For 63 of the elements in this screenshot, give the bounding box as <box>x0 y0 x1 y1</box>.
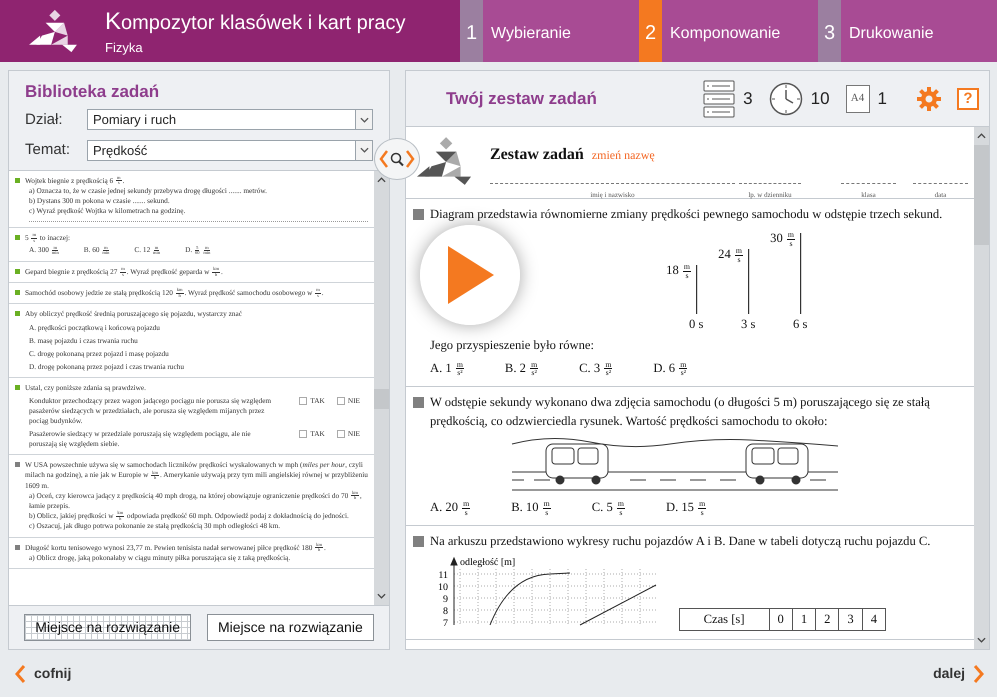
app-title: Kompozytor klasówek i kart pracy <box>105 9 406 36</box>
tick-label: 8 <box>443 606 448 618</box>
scrollbar[interactable] <box>374 170 389 605</box>
caret-icon <box>360 116 368 123</box>
stat-value: 3 <box>743 88 753 110</box>
chevron-left-icon <box>14 664 26 684</box>
axis-label: 0 s <box>689 318 704 330</box>
field-label: Temat: <box>25 140 72 160</box>
table-header-cell: Czas [s] <box>679 608 770 631</box>
table-header-cell: 2 <box>816 608 839 631</box>
scrollbar-thumb[interactable] <box>374 388 389 408</box>
checkbox[interactable] <box>336 397 345 406</box>
task-text: Diagram przedstawia równomierne zmiany prędkości pewnego samochodu w odstępie trzech sekund. <box>430 206 944 223</box>
table-header-cell: 4 <box>862 608 886 631</box>
scrollbar[interactable] <box>974 127 989 649</box>
table-header-cell: 0 <box>769 608 792 631</box>
settings-icon[interactable] <box>917 86 941 110</box>
table-header-cell: 3 <box>838 608 862 631</box>
subject-label: Fizyka <box>105 39 144 58</box>
panel-title: Twój zestaw zadań <box>446 88 597 110</box>
solution-space-button[interactable]: Miejsce na rozwiązanie <box>207 614 374 641</box>
task-list-icon <box>703 80 736 118</box>
clock-icon <box>768 82 803 116</box>
running-figure-logo <box>26 8 78 54</box>
tick-label: 9 <box>443 594 448 606</box>
scrollbar-thumb[interactable] <box>974 145 989 245</box>
chevron-right-icon <box>973 664 985 684</box>
scroll-up-icon[interactable] <box>377 176 386 182</box>
step-number-marker: 1 <box>460 0 483 62</box>
axis-label: odległość [m] <box>460 557 516 568</box>
panel-title: Biblioteka zadań <box>25 81 160 103</box>
step-number-marker: 2 <box>639 0 662 62</box>
stat-value: 10 <box>810 88 830 110</box>
page-format-label: A4 <box>846 84 870 112</box>
step-number-marker: 3 <box>818 0 841 62</box>
search-arrows-icon <box>379 148 415 170</box>
next-link[interactable]: dalej <box>933 663 985 684</box>
caret-icon <box>360 147 368 154</box>
axis-label: 3 s <box>741 318 756 330</box>
scroll-up-icon[interactable] <box>977 133 986 139</box>
task-marker <box>413 396 424 408</box>
tick-label: 7 <box>443 618 448 630</box>
checkbox[interactable] <box>299 397 308 406</box>
axis-label: 6 s <box>793 318 808 330</box>
solution-space-button[interactable]: Miejsce na rozwiązanie <box>24 614 191 641</box>
checkbox[interactable] <box>336 430 345 438</box>
scroll-down-icon[interactable] <box>977 637 986 643</box>
back-link[interactable]: cofnij <box>14 663 72 684</box>
stat-value: 1 <box>878 88 887 110</box>
dropdown[interactable]: Pomiary i ruch <box>87 109 373 130</box>
scroll-down-icon[interactable] <box>377 593 386 599</box>
checkbox[interactable] <box>299 430 308 438</box>
task-marker <box>413 536 424 548</box>
field-label: Dział: <box>25 110 64 130</box>
worksheet-title: Zestaw zadań <box>490 145 584 165</box>
tick-label: 11 <box>438 570 448 582</box>
task-marker <box>413 209 424 220</box>
tick-label: 10 <box>438 582 448 594</box>
task-text: Na arkuszu przedstawiono wykresy ruchu pojazdów A i B. Dane w tabeli dotyczą ruchu pojazdu C. <box>430 533 932 550</box>
table-header-cell: 1 <box>792 608 816 631</box>
task-text: W odstępie sekundy wykonano dwa zdjęcia samochodu (o długości 5 m) poruszającego się ze stałą prędkością, co odzwierciedla rysunek. Wartość prędkości samochodu to około: <box>430 394 931 430</box>
dropdown[interactable]: Prędkość <box>87 140 373 161</box>
question-text: Jego przyspieszenie było równe: <box>430 336 596 354</box>
